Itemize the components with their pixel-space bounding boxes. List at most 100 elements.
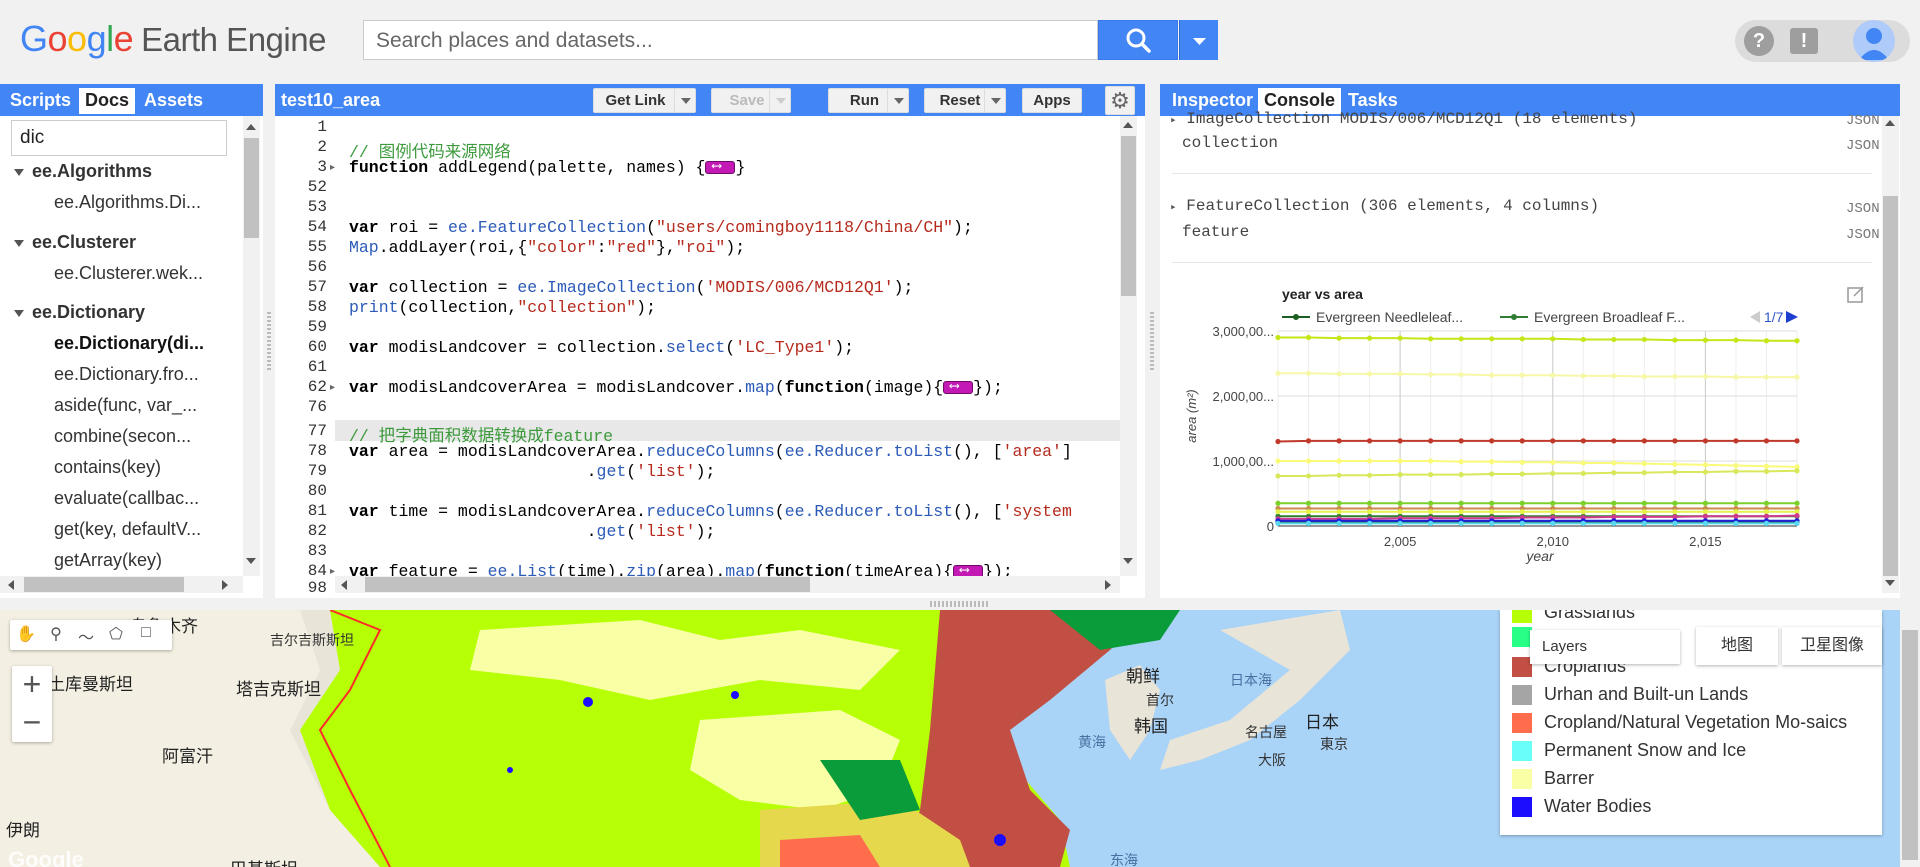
editor-scroll-thumb[interactable] [1121,136,1136,296]
feedback-icon[interactable]: ! [1790,28,1818,54]
data-point [1519,471,1525,477]
scroll-up-icon[interactable] [246,124,256,130]
docs-hscroll-thumb[interactable] [24,577,184,592]
data-point [1336,509,1342,515]
data-point [1519,438,1525,444]
run-dropdown[interactable] [887,88,909,113]
right-splitter[interactable] [1150,310,1154,370]
rectangle-icon[interactable]: □ [134,624,158,646]
tab-scripts[interactable]: Scripts [4,88,77,114]
tab-docs[interactable]: Docs [79,88,136,114]
map-view[interactable]: 乌鲁木齐 土库曼斯坦 塔吉克斯坦 吉尔吉斯斯坦 阿富汗 伊朗 巴基斯坦 朝鲜 首… [0,610,1900,867]
map-type-map-button[interactable]: 地图 [1696,627,1778,665]
scroll-down-icon[interactable] [1885,580,1895,586]
tree-item[interactable]: ee.Dictionary.fro... [54,364,240,392]
scroll-left-icon[interactable] [341,580,347,590]
data-point [1611,438,1617,444]
reset-dropdown[interactable] [984,88,1006,113]
tree-item[interactable]: ee.Algorithms.Di... [54,192,240,220]
apps-button[interactable]: Apps [1022,88,1082,113]
search-input[interactable]: Search places and datasets... [363,20,1098,60]
account-avatar[interactable] [1853,20,1895,62]
hand-icon[interactable]: ✋ [14,624,38,646]
tree-item[interactable]: getArray(key) [54,550,240,578]
editor-hscroll-thumb[interactable] [365,577,810,592]
json-link[interactable]: JSON [1846,138,1880,154]
console-entry[interactable]: ▸ ImageCollection MODIS/006/MCD12Q1 (18 … [1170,110,1638,128]
docs-filter-input[interactable]: dic [11,120,227,156]
fold-arrow-icon[interactable]: ▸ [330,382,335,393]
area-line-chart: year vs area Evergreen Needleleaf... Eve… [1184,286,1864,564]
scroll-down-icon[interactable] [246,558,256,564]
tree-item[interactable]: evaluate(callbac... [54,488,240,516]
scroll-up-icon[interactable] [1123,122,1133,128]
json-link[interactable]: JSON [1846,113,1880,129]
data-point [1641,520,1647,526]
map-place-label: 大阪 [1258,752,1286,768]
data-point [1641,500,1647,506]
zoom-in-button[interactable]: + [12,666,52,704]
tree-item[interactable]: ee.Dictionary(di... [54,333,240,361]
data-point [1550,336,1556,342]
zoom-out-button[interactable]: − [12,704,52,742]
panel-scrollbar[interactable] [1900,84,1920,604]
tree-item[interactable]: ee.Clusterer.wek... [54,263,240,291]
console-entry[interactable]: ▸ FeatureCollection (306 elements, 4 col… [1170,197,1599,215]
tree-group-algorithms[interactable]: ee.Algorithms [14,161,254,189]
left-panel-tabs: Scripts Docs Assets [0,84,263,116]
code-editor[interactable]: 1 2 3 ▸ 52 53 54 55 56 57 58 59 60 61 62… [275,116,1145,598]
console-scroll-thumb[interactable] [1883,196,1898,576]
marker-icon[interactable]: ⚲ [44,624,68,646]
page-scroll-thumb[interactable] [1902,630,1918,860]
map-type-satellite-button[interactable]: 卫星图像 [1782,627,1882,665]
chart-legend: Evergreen Needleleaf... Evergreen Broadl… [1282,309,1798,325]
tree-group-clusterer[interactable]: ee.Clusterer [14,232,254,260]
tree-item[interactable]: aside(func, var_... [54,395,240,423]
polygon-icon[interactable]: ⬠ [104,624,128,646]
json-link[interactable]: JSON [1846,227,1880,243]
line-number: 76 [307,398,327,416]
data-point [1397,458,1403,464]
y-tick-label: 0 [1267,519,1274,534]
help-icon[interactable]: ? [1744,26,1774,56]
tree-item[interactable]: combine(secon... [54,426,240,454]
line-icon[interactable]: 〜 [74,624,98,647]
data-point [1672,438,1678,444]
scroll-left-icon[interactable] [8,580,14,590]
tree-item[interactable]: contains(key) [54,457,240,485]
earth-engine-logo[interactable]: Google Earth Engine [20,18,326,60]
get-link-dropdown[interactable] [674,88,696,113]
chart-title: year vs area [1282,286,1363,302]
caret-down-icon [14,309,24,317]
folded-code-icon[interactable] [943,378,974,395]
map-place-label: 東京 [1320,736,1348,752]
json-link[interactable]: JSON [1846,201,1880,217]
scroll-down-icon[interactable] [1123,558,1133,564]
scroll-right-icon[interactable] [1105,580,1111,590]
series-line [1278,336,1797,342]
open-external-icon[interactable] [1847,286,1864,303]
map-splitter[interactable] [930,601,990,607]
left-splitter[interactable] [267,310,271,370]
save-dropdown[interactable] [769,88,791,113]
get-link-button[interactable]: Get Link [593,88,678,113]
search-dropdown-button[interactable] [1179,20,1218,60]
tree-item[interactable]: get(key, defaultV... [54,519,240,547]
series-line [1278,372,1797,379]
layers-button[interactable]: Layers [1530,630,1680,664]
code-line: Map.addLayer(roi,{"color":"red"},"roi"); [349,238,746,257]
data-point [1763,338,1770,344]
y-tick-label: 1,000,00... [1213,454,1274,469]
docs-scroll-thumb[interactable] [244,138,259,238]
tab-assets[interactable]: Assets [138,88,209,114]
fold-arrow-icon[interactable]: ▸ [330,162,335,173]
data-point [1580,520,1586,526]
scroll-right-icon[interactable] [222,580,228,590]
gear-icon[interactable]: ⚙ [1105,86,1135,115]
expand-arrow-icon: ▸ [1170,202,1177,214]
scroll-up-icon[interactable] [1885,120,1895,126]
folded-code-icon[interactable] [705,158,736,175]
map-place-label: 巴基斯坦 [230,855,298,867]
search-button[interactable] [1098,20,1178,60]
tree-group-dictionary[interactable]: ee.Dictionary [14,302,254,330]
